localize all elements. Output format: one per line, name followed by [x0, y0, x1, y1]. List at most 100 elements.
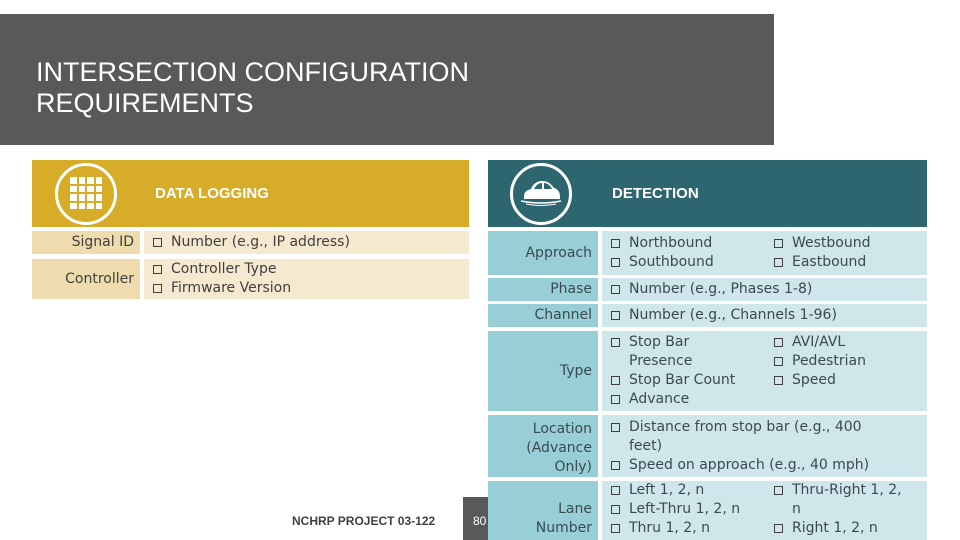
checkbox-item[interactable]: Stop Bar Count — [608, 371, 771, 390]
label-text: Only) — [554, 459, 592, 475]
checkbox-icon[interactable] — [611, 505, 620, 514]
row-label-approach: Approach — [488, 231, 598, 275]
item-text: Number (e.g., IP address) — [171, 234, 350, 250]
label-text: Phase — [550, 281, 592, 297]
item-text: Northbound — [629, 235, 713, 251]
item-text: Right 1, 2, n — [792, 520, 878, 536]
item-text: Pedestrian — [792, 353, 866, 369]
label-text: Type — [559, 362, 592, 379]
row-label-type: Type — [488, 331, 598, 411]
row-label-phase: Phase — [488, 278, 598, 301]
checkbox-icon[interactable] — [153, 265, 162, 274]
label-text: Lane — [558, 501, 592, 517]
checkbox-item[interactable]: Advance — [608, 390, 771, 409]
checkbox-item[interactable]: Westbound — [771, 234, 871, 253]
checkbox-icon[interactable] — [611, 486, 620, 495]
item-continuation: n — [771, 500, 902, 519]
checkbox-icon[interactable] — [611, 395, 620, 404]
checkbox-item[interactable]: Pedestrian — [771, 352, 866, 371]
checkbox-item[interactable]: Thru-Right 1, 2, — [771, 481, 902, 500]
item-text: Speed on approach (e.g., 40 mph) — [629, 456, 870, 473]
car-icon — [520, 181, 562, 206]
checkbox-icon[interactable] — [611, 239, 620, 248]
item-text: Number (e.g., Phases 1-8) — [629, 281, 813, 297]
checkbox-item[interactable]: Controller Type — [150, 260, 469, 279]
label-text: (Advance — [526, 440, 592, 456]
item-text: Firmware Version — [171, 280, 292, 296]
row-content-lane-number: Left 1, 2, n Left-Thru 1, 2, n Thru 1, 2… — [602, 481, 927, 540]
item-text: Stop Bar — [629, 334, 690, 350]
item-continuation: Presence — [608, 352, 771, 371]
row-label-signal-id: Signal ID — [32, 231, 140, 254]
grid-icon — [70, 177, 102, 209]
checkbox-item[interactable]: Southbound — [608, 253, 771, 272]
item-text: Controller Type — [171, 261, 277, 277]
item-text: feet) — [629, 437, 663, 454]
checkbox-item[interactable]: Firmware Version — [150, 279, 469, 298]
row-content-signal-id: Number (e.g., IP address) — [144, 231, 469, 254]
checkbox-item[interactable]: Number (e.g., IP address) — [150, 233, 469, 252]
row-label-channel: Channel — [488, 304, 598, 327]
checkbox-icon[interactable] — [153, 238, 162, 247]
checkbox-item[interactable]: Distance from stop bar (e.g., 400 — [608, 418, 927, 437]
label-text: Channel — [534, 307, 592, 323]
checkbox-item[interactable]: Stop Bar — [608, 333, 771, 352]
checkbox-icon[interactable] — [611, 258, 620, 267]
row-content-channel: Number (e.g., Channels 1-96) — [602, 304, 927, 327]
checkbox-item[interactable]: Left-Thru 1, 2, n — [608, 500, 771, 519]
checkbox-icon[interactable] — [774, 239, 783, 248]
item-text: Distance from stop bar (e.g., 400 — [629, 418, 862, 435]
checkbox-item[interactable]: Left 1, 2, n — [608, 481, 771, 500]
item-text: AVI/AVL — [792, 334, 846, 350]
item-text: Southbound — [629, 254, 714, 270]
row-content-approach: Northbound Southbound Westbound Eastboun… — [602, 231, 927, 275]
detection-title: DETECTION — [612, 185, 699, 202]
checkbox-icon[interactable] — [611, 338, 620, 347]
row-content-location: Distance from stop bar (e.g., 400 feet) … — [602, 415, 927, 477]
row-label-location: Location (Advance Only) — [488, 415, 598, 477]
checkbox-icon[interactable] — [774, 338, 783, 347]
label-text: Location — [532, 421, 592, 437]
checkbox-item[interactable]: Right 1, 2, n — [771, 519, 902, 538]
row-content-phase: Number (e.g., Phases 1-8) — [602, 278, 927, 301]
footer-project: NCHRP PROJECT 03-122 — [292, 514, 436, 528]
checkbox-item[interactable]: Speed — [771, 371, 866, 390]
checkbox-item[interactable]: Number (e.g., Phases 1-8) — [608, 280, 927, 299]
label-text: Signal ID — [71, 234, 134, 250]
checkbox-icon[interactable] — [774, 524, 783, 533]
item-text: Stop Bar Count — [629, 372, 736, 388]
item-text: Presence — [629, 353, 693, 369]
row-label-controller: Controller — [32, 259, 140, 299]
checkbox-icon[interactable] — [611, 460, 620, 470]
item-text: Speed — [792, 372, 836, 388]
page-number: 80 — [463, 497, 488, 540]
checkbox-icon[interactable] — [774, 258, 783, 267]
title-line-2: REQUIREMENTS — [36, 88, 254, 118]
item-text: Left-Thru 1, 2, n — [629, 501, 741, 517]
title-line-1: INTERSECTION CONFIGURATION — [36, 57, 470, 87]
label-text: Controller — [65, 270, 134, 287]
row-content-type: Stop Bar Presence Stop Bar Count Advance… — [602, 331, 927, 411]
checkbox-item[interactable]: Speed on approach (e.g., 40 mph) — [608, 456, 927, 475]
checkbox-icon[interactable] — [774, 486, 783, 495]
item-text: Eastbound — [792, 254, 867, 270]
checkbox-item[interactable]: AVI/AVL — [771, 333, 866, 352]
checkbox-icon[interactable] — [611, 524, 620, 533]
item-text: Thru-Right 1, 2, — [792, 482, 902, 498]
label-text: Number — [535, 520, 592, 536]
checkbox-item[interactable]: Northbound — [608, 234, 771, 253]
checkbox-icon[interactable] — [774, 376, 783, 385]
checkbox-icon[interactable] — [611, 311, 620, 320]
checkbox-icon[interactable] — [611, 422, 620, 432]
checkbox-item[interactable]: Number (e.g., Channels 1-96) — [608, 306, 927, 325]
checkbox-icon[interactable] — [153, 284, 162, 293]
checkbox-item[interactable]: Thru 1, 2, n — [608, 519, 771, 538]
checkbox-item[interactable]: Eastbound — [771, 253, 871, 272]
checkbox-icon[interactable] — [774, 357, 783, 366]
row-content-controller: Controller Type Firmware Version — [144, 259, 469, 299]
row-label-lane-number: Lane Number — [488, 481, 598, 540]
checkbox-icon[interactable] — [611, 285, 620, 294]
checkbox-icon[interactable] — [611, 376, 620, 385]
